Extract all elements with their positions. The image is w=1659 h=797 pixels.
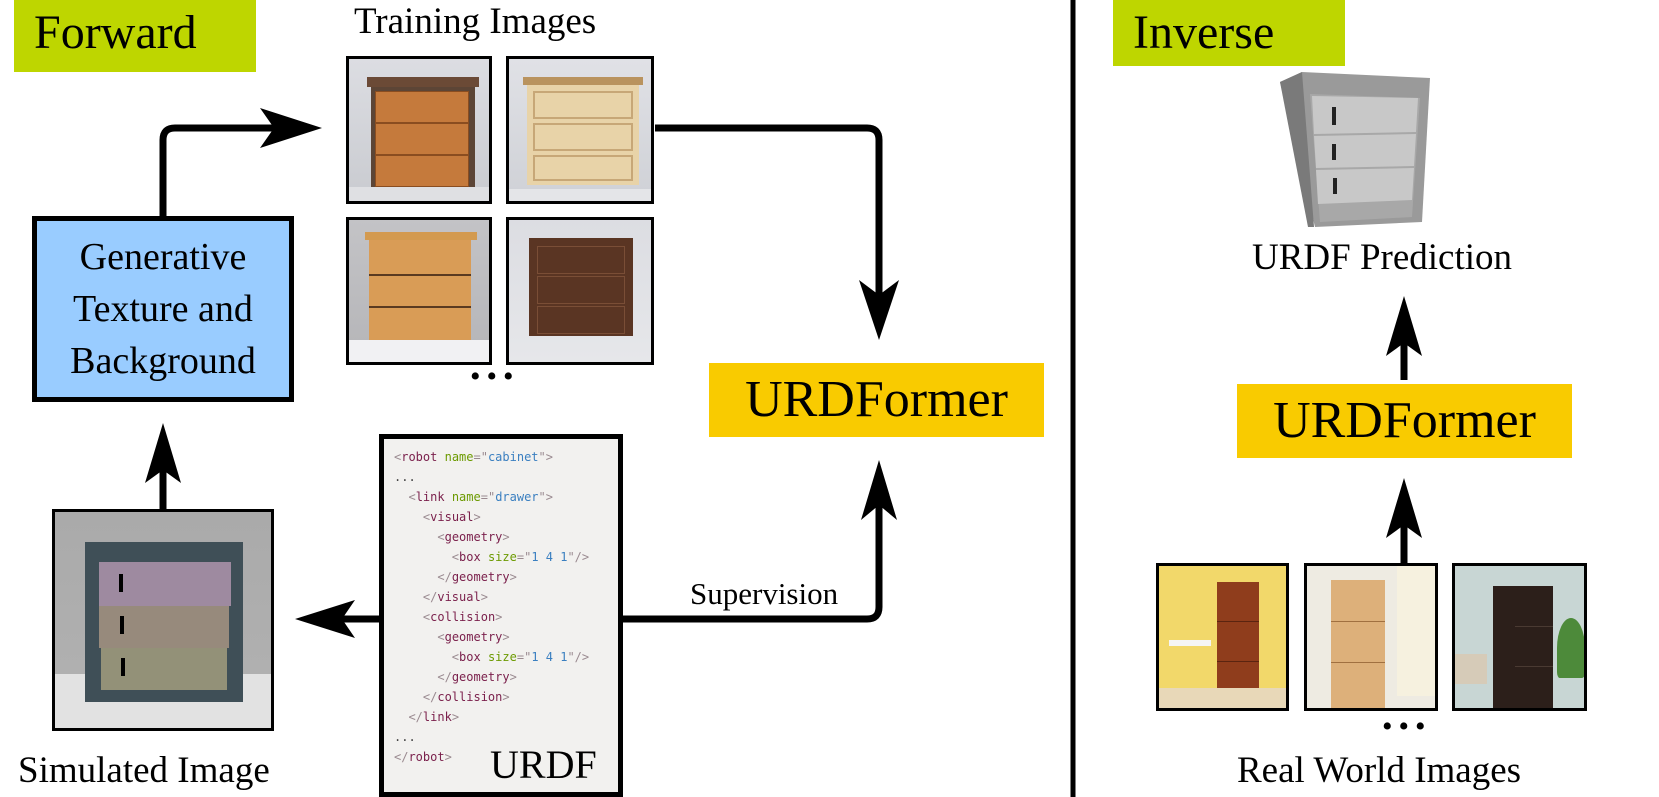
urdformer-forward-box: URDFormer [709,363,1044,437]
pred-drawer-1 [1312,96,1418,134]
training-images-caption: Training Images [354,1,597,42]
urdf-code-line: </geometry> [437,570,517,584]
urdf-prediction-caption: URDF Prediction [1252,237,1513,278]
real-image-2 [1304,563,1438,711]
urdf-code-line: </geometry> [437,670,517,684]
urdf-code-line: <visual> [422,510,481,524]
urdformer-inverse-box: URDFormer [1237,384,1572,458]
simulated-image [52,509,274,731]
urdf-code: <robot name="cabinet">... <link name="dr… [394,447,608,767]
urdf-code-line: </visual> [422,590,488,604]
generative-line-3: Background [70,340,256,382]
urdf-code-line: <link name="drawer"> [408,490,554,504]
urdf-label: URDF [490,742,597,787]
sim-drawer-2 [99,606,229,648]
generative-line-1: Generative [79,236,247,278]
urdf-code-line: <geometry> [437,530,510,544]
urdf-code-line: <box size="1 4 1"/> [451,550,590,564]
urdf-code-line: <robot name="cabinet"> [394,450,553,464]
forward-tag: Forward [14,0,256,72]
training-image-1 [346,56,492,204]
urdf-code-line: </link> [408,710,460,724]
training-image-3 [346,217,492,365]
generative-line-2: Texture and [73,288,253,330]
sim-drawer-3 [101,648,227,690]
urdf-code-line: </collision> [422,690,510,704]
generative-texture-box: Generative Texture and Background [32,216,294,402]
urdf-code-line: ... [394,470,416,484]
real-image-3 [1452,563,1587,711]
training-image-4 [506,217,654,365]
supervision-label: Supervision [690,576,839,611]
real-world-images-caption: Real World Images [1237,750,1522,791]
urdf-prediction-render [1280,72,1430,227]
simulated-image-caption: Simulated Image [18,750,270,791]
training-image-2 [506,56,654,204]
pred-drawer-2 [1314,134,1416,168]
real-ellipsis: ••• [1382,710,1432,743]
arrow-training-to-model [655,124,883,310]
urdf-code-line: <box size="1 4 1"/> [451,650,590,664]
real-image-1 [1156,563,1289,711]
pred-drawer-3 [1316,168,1414,204]
training-ellipsis: ••• [470,360,520,393]
urdf-code-line: <geometry> [437,630,510,644]
inverse-tag: Inverse [1113,0,1345,66]
urdf-code-line: <collision> [422,610,503,624]
